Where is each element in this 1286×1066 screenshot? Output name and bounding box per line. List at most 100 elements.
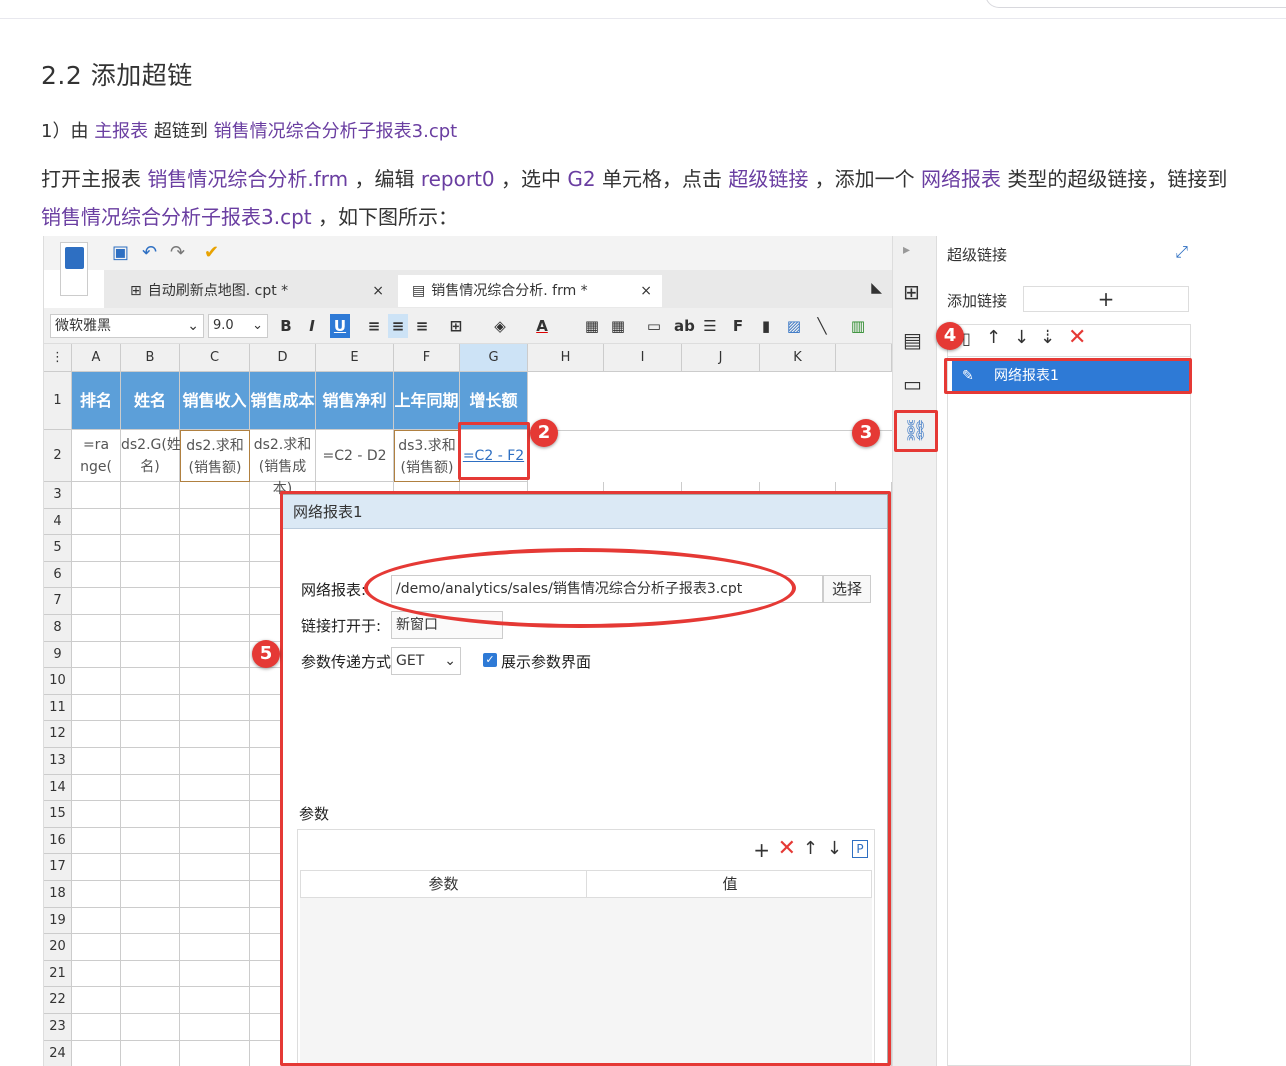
underline-icon[interactable]: U bbox=[330, 314, 350, 338]
unmerge-icon[interactable]: ▦ bbox=[608, 314, 628, 338]
align-center-icon[interactable]: ≡ bbox=[388, 314, 408, 338]
row-header[interactable]: 18 bbox=[44, 881, 72, 908]
grid-cell[interactable] bbox=[121, 1040, 180, 1066]
grid-cell[interactable] bbox=[72, 535, 121, 562]
row-header[interactable]: 9 bbox=[44, 641, 72, 669]
data-cell[interactable]: ds3.求和 (销售额) bbox=[394, 430, 460, 482]
row-header[interactable]: 13 bbox=[44, 748, 72, 775]
col-b[interactable]: B bbox=[121, 344, 180, 372]
row-header[interactable]: 20 bbox=[44, 934, 72, 961]
sub-report-link[interactable]: 销售情况综合分析子报表3.cpt bbox=[214, 121, 458, 142]
close-icon[interactable]: × bbox=[372, 275, 384, 307]
header-cell[interactable]: 销售成本 bbox=[250, 372, 316, 430]
target-report-link[interactable]: 销售情况综合分析子报表3.cpt bbox=[41, 205, 312, 229]
size-select[interactable]: 9.0 ⌄ bbox=[208, 314, 268, 338]
header-cell[interactable]: 上年同期 bbox=[394, 372, 460, 430]
col-f[interactable]: F bbox=[394, 344, 460, 372]
grid-cell[interactable] bbox=[180, 881, 250, 908]
col-h[interactable]: H bbox=[528, 344, 604, 372]
grid-cell[interactable] bbox=[121, 668, 180, 695]
grid-cell[interactable] bbox=[180, 482, 250, 509]
frm-file-link[interactable]: 销售情况综合分析.frm bbox=[147, 167, 348, 191]
grid-cell[interactable] bbox=[180, 987, 250, 1014]
data-cell[interactable]: ds2.求和 (销售成本) bbox=[250, 430, 316, 497]
font-select[interactable]: 微软雅黑 ⌄ bbox=[50, 314, 204, 338]
grid-cell[interactable] bbox=[72, 668, 121, 695]
tab-menu-icon[interactable]: ◣ bbox=[871, 280, 882, 296]
data-cell[interactable]: ds2.G(姓 名) bbox=[121, 430, 181, 482]
search-box-edge[interactable] bbox=[985, 0, 1286, 8]
grid-cell[interactable] bbox=[72, 934, 121, 961]
widget-icon[interactable]: ▤ bbox=[903, 328, 922, 352]
down-arrow-icon[interactable]: ↓ bbox=[1014, 327, 1029, 348]
merge-icon[interactable]: ▦ bbox=[582, 314, 602, 338]
condition-icon[interactable]: ▭ bbox=[903, 372, 922, 396]
expand-icon[interactable]: ▸ bbox=[903, 242, 910, 258]
col-g[interactable]: G bbox=[460, 344, 528, 372]
header-cell[interactable]: 销售净利润 bbox=[316, 372, 394, 468]
grid-cell[interactable] bbox=[121, 987, 180, 1014]
row-header[interactable]: 22 bbox=[44, 987, 72, 1014]
tab-map-cpt[interactable]: ⊞ 自动刷新点地图. cpt * × bbox=[116, 275, 394, 307]
grid-cell[interactable] bbox=[121, 881, 180, 908]
data-cell[interactable]: ds2.求和 (销售额) bbox=[180, 430, 250, 482]
grid-cell[interactable] bbox=[180, 694, 250, 722]
grid-cell[interactable] bbox=[72, 1040, 121, 1066]
grid-cell[interactable] bbox=[72, 774, 121, 802]
align-left-icon[interactable]: ≡ bbox=[364, 314, 384, 338]
row-header[interactable]: 15 bbox=[44, 801, 72, 828]
grid-cell[interactable] bbox=[72, 694, 121, 722]
grid-cell[interactable] bbox=[121, 694, 180, 722]
grid-cell[interactable] bbox=[180, 748, 250, 775]
grid-cell[interactable] bbox=[180, 668, 250, 695]
grid-cell[interactable] bbox=[121, 588, 180, 615]
header-cell[interactable]: 销售收入 bbox=[180, 372, 250, 430]
row-header[interactable]: 5 bbox=[44, 535, 72, 562]
grid-cell[interactable] bbox=[180, 854, 250, 881]
main-report-link[interactable]: 主报表 bbox=[94, 121, 148, 142]
grid-cell[interactable] bbox=[72, 907, 121, 935]
row-header[interactable]: 17 bbox=[44, 854, 72, 881]
grid-cell[interactable] bbox=[72, 827, 121, 855]
grid-cell[interactable] bbox=[180, 1014, 250, 1041]
report0-link[interactable]: report0 bbox=[421, 167, 495, 191]
grid-cell[interactable] bbox=[121, 907, 180, 935]
col-e[interactable]: E bbox=[316, 344, 394, 372]
row-header[interactable]: 10 bbox=[44, 668, 72, 695]
align-right-icon[interactable]: ≡ bbox=[412, 314, 432, 338]
header-cell[interactable]: 排名 bbox=[72, 372, 121, 430]
formula-icon[interactable]: F bbox=[728, 314, 748, 338]
grid-cell[interactable] bbox=[72, 854, 121, 881]
grid-cell[interactable] bbox=[121, 615, 180, 642]
row-header[interactable]: 14 bbox=[44, 774, 72, 802]
data-cell[interactable]: =ra nge( bbox=[72, 430, 121, 482]
col-k[interactable]: K bbox=[760, 344, 836, 372]
grid-cell[interactable] bbox=[121, 721, 180, 748]
row-header[interactable]: 23 bbox=[44, 1014, 72, 1041]
grid-cell[interactable] bbox=[180, 535, 250, 562]
grid-cell[interactable] bbox=[180, 588, 250, 615]
grid-cell[interactable] bbox=[180, 508, 250, 536]
chart-icon[interactable]: ▮ bbox=[756, 314, 776, 338]
grid-cell[interactable] bbox=[72, 508, 121, 536]
grid-cell[interactable] bbox=[72, 801, 121, 828]
corner-cell[interactable]: ⋮ bbox=[44, 344, 72, 372]
redo-icon[interactable]: ↷ bbox=[170, 242, 185, 263]
grid-cell[interactable] bbox=[72, 721, 121, 748]
grid-cell[interactable] bbox=[72, 1014, 121, 1041]
col-a[interactable]: A bbox=[72, 344, 121, 372]
add-link-button[interactable]: + bbox=[1023, 286, 1189, 312]
grid-cell[interactable] bbox=[121, 561, 180, 589]
grid-cell[interactable] bbox=[72, 482, 121, 509]
grid-cell[interactable] bbox=[180, 561, 250, 589]
row-header[interactable]: 6 bbox=[44, 561, 72, 589]
fill-color-icon[interactable]: ◈ bbox=[490, 314, 510, 338]
grid-cell[interactable] bbox=[121, 535, 180, 562]
grid-cell[interactable] bbox=[72, 960, 121, 988]
col-d[interactable]: D bbox=[250, 344, 316, 372]
grid-cell[interactable] bbox=[180, 801, 250, 828]
grid-cell[interactable] bbox=[180, 934, 250, 961]
row-header[interactable]: 7 bbox=[44, 588, 72, 615]
grid-cell[interactable] bbox=[121, 827, 180, 855]
hyperlink-term-link[interactable]: 超级链接 bbox=[728, 167, 808, 191]
